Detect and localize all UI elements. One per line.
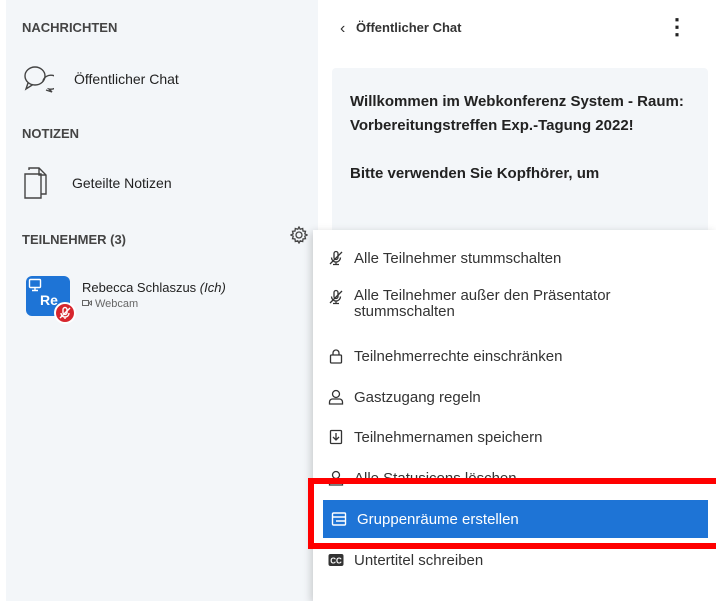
notes-section-title: NOTIZEN xyxy=(22,126,80,141)
public-chat-label: Öffentlicher Chat xyxy=(74,71,179,87)
menu-item-mute-all-except-presenter[interactable]: Alle Teilnehmer außer den Präsentator st… xyxy=(313,288,716,322)
avatar: Re xyxy=(26,276,76,324)
menu-item-label: Teilnehmerrechte einschränken xyxy=(354,347,563,365)
participant-name-text: Rebecca Schlaszus xyxy=(82,280,197,295)
mic-off-icon xyxy=(328,289,344,305)
chevron-left-icon[interactable]: ‹ xyxy=(340,20,345,38)
camera-icon xyxy=(82,298,92,310)
shared-notes-label: Geteilte Notizen xyxy=(72,175,172,191)
menu-item-label: Alle Teilnehmer stummschalten xyxy=(354,249,562,267)
menu-item-label: Teilnehmernamen speichern xyxy=(354,428,543,446)
download-icon xyxy=(328,429,344,445)
notes-icon xyxy=(22,166,48,200)
menu-item-guest-access[interactable]: Gastzugang regeln xyxy=(313,385,716,409)
chat-title: Öffentlicher Chat xyxy=(356,20,462,35)
welcome-text: Willkommen im Webkonferenz System - Raum… xyxy=(350,90,690,186)
highlight-annotation-box xyxy=(308,478,716,549)
participant-list-item[interactable]: Re Rebecca Schlaszus (Ich) Webcam xyxy=(26,272,306,324)
menu-item-label: Untertitel schreiben xyxy=(354,551,484,569)
participant-self-tag: (Ich) xyxy=(199,280,226,295)
welcome-message: Willkommen im Webkonferenz System - Raum… xyxy=(332,68,708,238)
svg-text:CC: CC xyxy=(330,557,342,566)
menu-item-save-names[interactable]: Teilnehmernamen speichern xyxy=(313,425,716,449)
sidebar: NACHRICHTEN Öffentlicher Chat NOTIZEN Ge… xyxy=(6,0,318,601)
participant-status-text: Webcam xyxy=(95,298,139,310)
muted-mic-icon xyxy=(54,302,76,324)
participant-name: Rebecca Schlaszus (Ich) xyxy=(82,280,226,295)
participants-section-title: TEILNEHMER (3) xyxy=(22,232,126,247)
more-options-icon[interactable]: ⋮ xyxy=(666,14,688,40)
menu-item-label: Gastzugang regeln xyxy=(354,388,481,406)
menu-item-write-captions[interactable]: CC Untertitel schreiben xyxy=(313,548,716,572)
user-icon xyxy=(328,389,344,405)
messages-section-title: NACHRICHTEN xyxy=(22,20,118,35)
chat-bubbles-icon xyxy=(22,64,54,94)
welcome-text-line-2: Bitte verwenden Sie Kopfhörer, um xyxy=(350,165,600,182)
chat-header: ‹ Öffentlicher Chat ⋮ xyxy=(330,14,700,44)
menu-item-restrict-rights[interactable]: Teilnehmerrechte einschränken xyxy=(313,344,716,368)
sidebar-item-shared-notes[interactable]: Geteilte Notizen xyxy=(22,166,172,200)
gear-icon[interactable] xyxy=(289,225,309,249)
welcome-text-line-1: Willkommen im Webkonferenz System - Raum… xyxy=(350,93,684,134)
cc-icon: CC xyxy=(328,553,344,567)
lock-icon xyxy=(328,348,344,364)
mic-off-icon xyxy=(328,250,344,266)
participant-status: Webcam xyxy=(82,298,138,310)
sidebar-item-public-chat[interactable]: Öffentlicher Chat xyxy=(22,64,179,94)
menu-item-mute-all[interactable]: Alle Teilnehmer stummschalten xyxy=(313,246,716,270)
menu-item-label: Alle Teilnehmer außer den Präsentator st… xyxy=(354,287,611,320)
